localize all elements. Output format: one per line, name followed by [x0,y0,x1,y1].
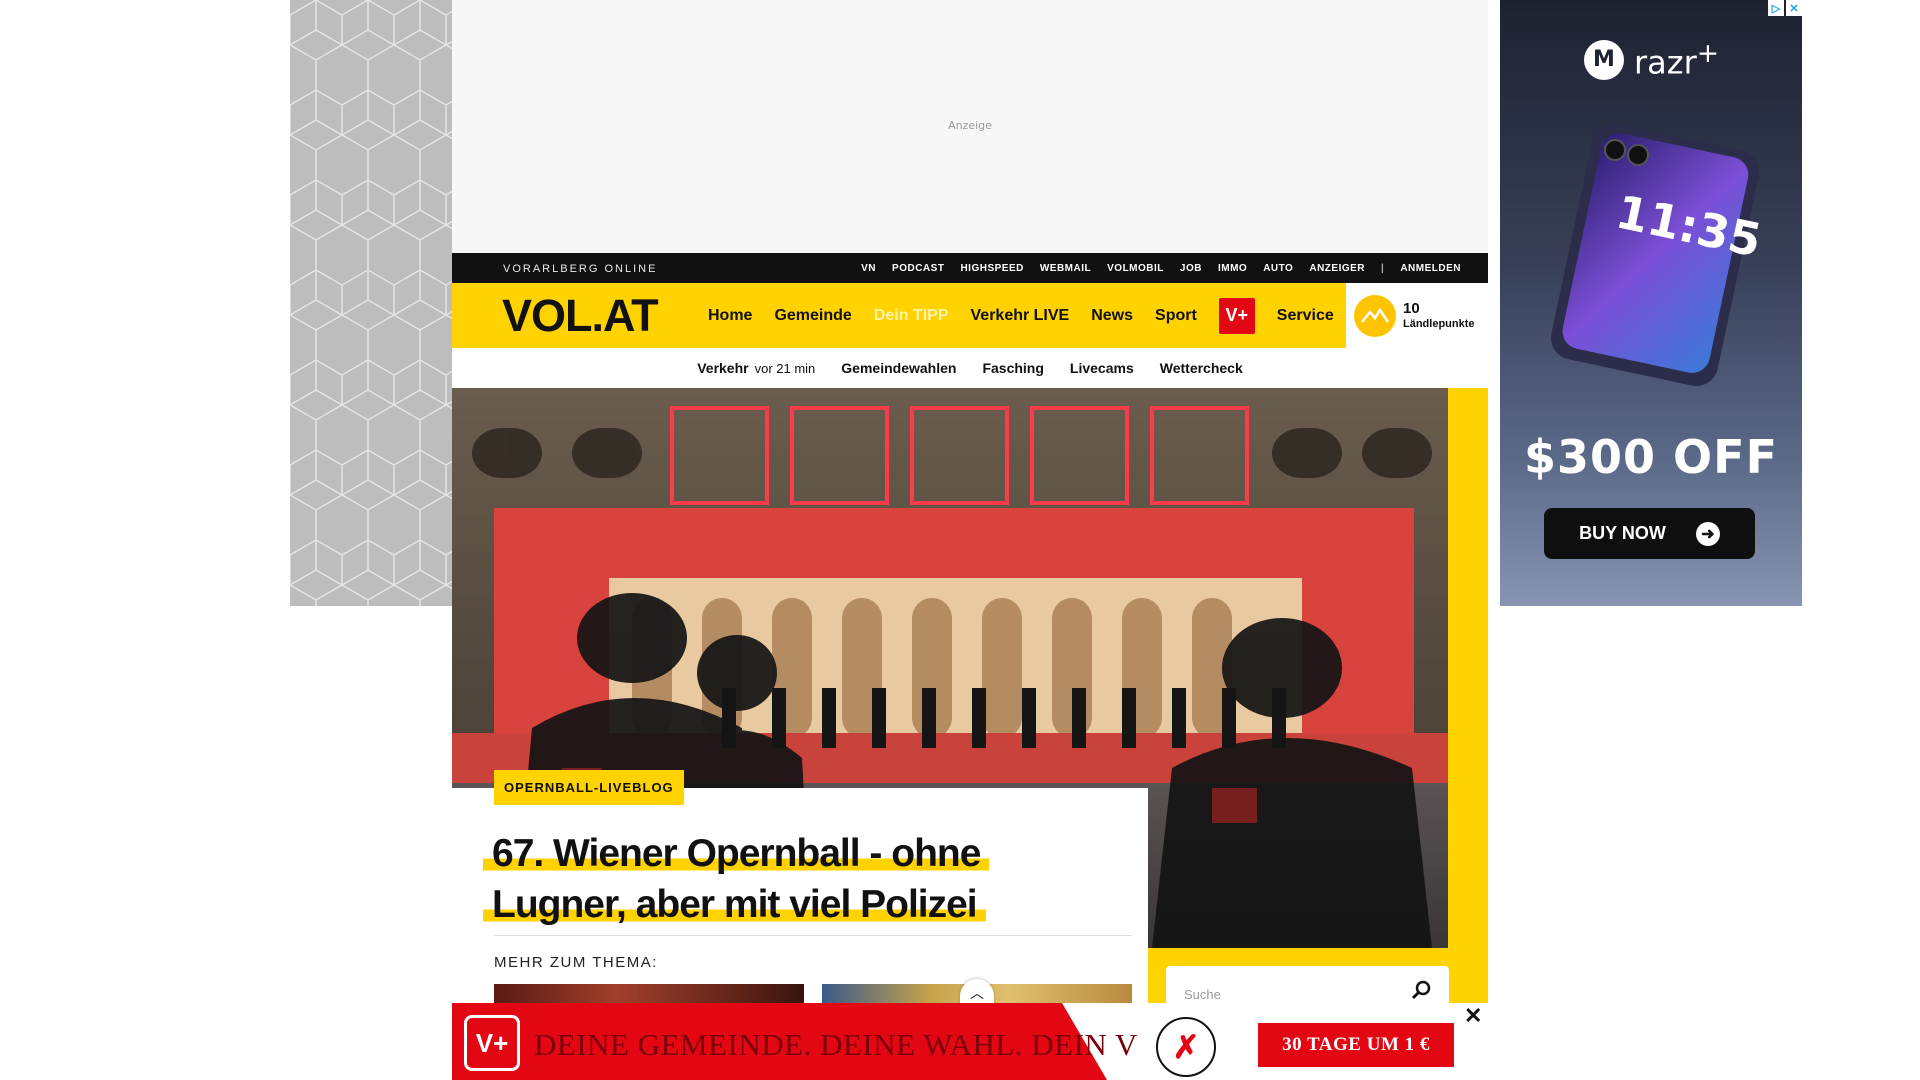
vplus-logo: V+ [464,1015,520,1071]
top-bar: VORARLBERG ONLINE VN PODCAST HIGHSPEED W… [452,253,1488,283]
subscribe-button[interactable]: 30 TAGE UM 1 € [1258,1023,1454,1067]
ad-label: Anzeige [948,119,992,132]
subnav-item-verkehr[interactable]: Verkehr vor 21 min [697,360,815,376]
top-link-vn[interactable]: VN [861,263,876,274]
site-logo[interactable]: VOL.AT [502,290,659,342]
article-tag[interactable]: OPERNBALL-LIVEBLOG [494,770,684,805]
close-icon[interactable]: ✕ [1464,1003,1482,1029]
ad-brand: M razr+ [1584,38,1719,82]
nav-item-news[interactable]: News [1091,307,1133,325]
chevron-up-icon[interactable]: ︿ [960,979,994,1003]
search-box[interactable]: Suche [1166,966,1449,1008]
subnav-item-livecams[interactable]: Livecams [1070,360,1134,376]
subnav-item-wettercheck[interactable]: Wettercheck [1160,360,1243,376]
nav-item-gemeinde[interactable]: Gemeinde [774,307,851,325]
top-link-podcast[interactable]: PODCAST [892,263,944,274]
sticky-bottom-banner[interactable]: V+ DEINE GEMEINDE. DEINE WAHL. DEIN V ✗ … [452,1003,1488,1080]
left-ad-banner[interactable] [290,0,452,606]
top-link-webmail[interactable]: WEBMAIL [1040,263,1091,274]
nav-item-service[interactable]: Service [1277,307,1334,325]
close-icon[interactable]: ✕ [1786,0,1802,16]
points-value: 10 [1403,300,1420,318]
adchoices-icon[interactable]: ▷ [1768,0,1784,16]
top-link-volmobil[interactable]: VOLMOBIL [1107,263,1164,274]
mountain-coin-icon [1354,294,1396,337]
motorola-logo-icon: M [1584,39,1624,80]
buy-now-label: BUY NOW [1579,523,1666,543]
article-card[interactable]: OPERNBALL-LIVEBLOG 67. Wiener Opernball … [452,770,1148,1003]
banner-slogan: DEINE GEMEINDE. DEINE WAHL. DEIN V [534,1027,1138,1062]
search-icon[interactable] [1411,980,1431,1000]
top-link-highspeed[interactable]: HIGHSPEED [960,263,1023,274]
subnav-item-gemeindewahlen[interactable]: Gemeindewahlen [841,360,956,376]
ballot-stamp-icon: ✗ [1156,1017,1216,1077]
ad-brand-name: razr+ [1634,38,1720,82]
hex-pattern-graphic [290,0,452,606]
top-link-job[interactable]: JOB [1180,263,1202,274]
login-link[interactable]: ANMELDEN [1400,263,1461,274]
top-link-anzeiger[interactable]: ANZEIGER [1309,263,1365,274]
search-input[interactable]: Suche [1184,987,1221,1002]
laendlepunkte-widget[interactable]: 10 Ländlepunkte [1346,283,1488,348]
yellow-side-band [1448,388,1488,1003]
top-links: VN PODCAST HIGHSPEED WEBMAIL VOLMOBIL JO… [861,263,1461,274]
top-link-immo[interactable]: IMMO [1218,263,1247,274]
nav-item-sport[interactable]: Sport [1155,307,1197,325]
related-article-thumbnail[interactable] [494,984,804,1003]
nav-item-dein-tipp[interactable]: Dein TIPP [874,307,949,325]
article-headline[interactable]: 67. Wiener Opernball - ohne Lugner, aber… [483,828,1103,930]
vplus-button[interactable]: V+ [1218,297,1255,334]
subnav-item-fasching[interactable]: Fasching [982,360,1043,376]
right-ad-banner[interactable]: ▷ ✕ M razr+ 11:35 $300 OFF BUY NOW ➜ [1500,0,1802,606]
top-link-auto[interactable]: AUTO [1263,263,1293,274]
traffic-time: vor 21 min [754,361,816,376]
points-label: Ländlepunkte [1403,317,1475,330]
site-name: VORARLBERG ONLINE [503,263,658,275]
divider [494,935,1132,936]
nav-item-verkehr-live[interactable]: Verkehr LIVE [971,307,1070,325]
ad-offer: $300 OFF [1524,430,1778,484]
sub-nav: Verkehr vor 21 min Gemeindewahlen Faschin… [452,348,1488,388]
top-link-separator: | [1381,263,1385,274]
phone-image: 11:35 [1551,124,1766,386]
top-ad-banner[interactable]: Anzeige [452,0,1488,253]
arrow-right-icon: ➜ [1695,521,1720,546]
more-on-topic-label: MEHR ZUM THEMA: [494,954,658,971]
buy-now-button[interactable]: BUY NOW ➜ [1544,508,1755,559]
nav-item-home[interactable]: Home [708,307,752,325]
nav-menu: Home Gemeinde Dein TIPP Verkehr LIVE New… [708,283,1334,348]
main-nav: VOL.AT Home Gemeinde Dein TIPP Verkehr L… [452,283,1488,348]
